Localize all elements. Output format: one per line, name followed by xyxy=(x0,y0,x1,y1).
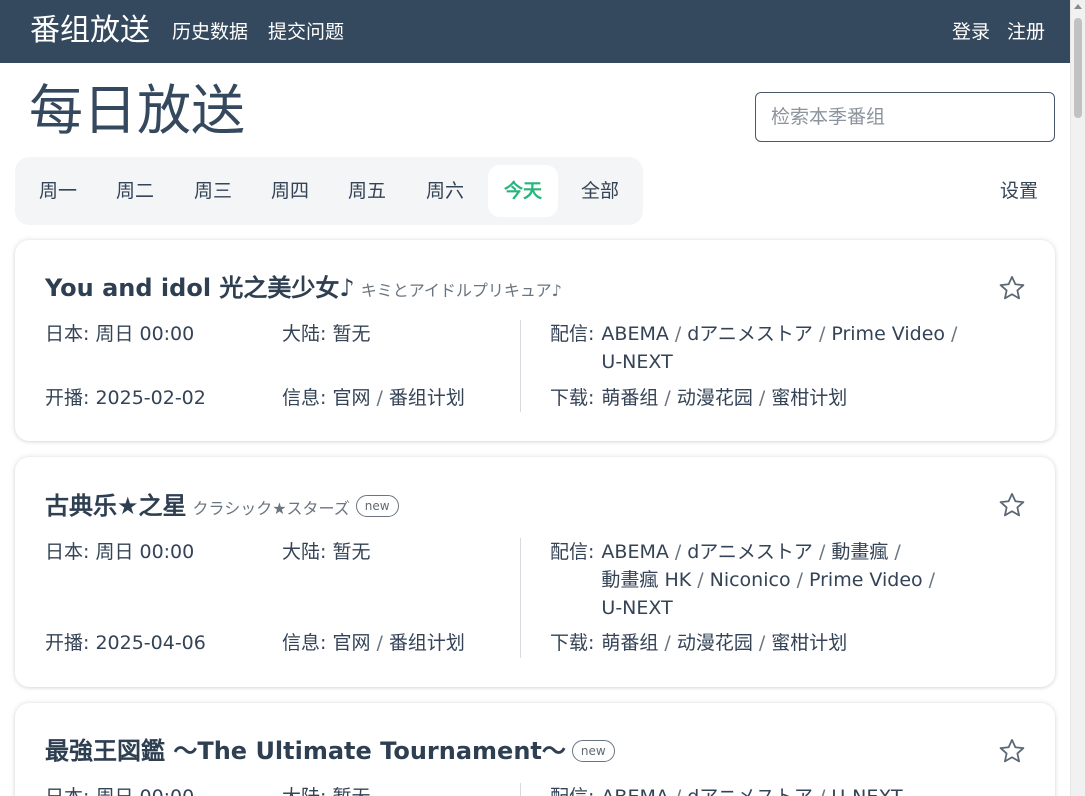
card-divider xyxy=(520,783,521,796)
scroll-thumb[interactable] xyxy=(1074,18,1082,118)
stream-link[interactable]: U-NEXT xyxy=(601,597,672,619)
card-divider xyxy=(520,320,521,412)
download-sites: 下载: 萌番组 / 动漫花园 / 蜜柑计划 xyxy=(550,629,994,657)
stream-sites: 配信: ABEMA / dアニメストア / 動畫瘋 / 動畫瘋 HK / Niconico / Pr… xyxy=(550,538,994,622)
top-navbar: 番组放送 历史数据 提交问题 登录 注册 xyxy=(0,0,1070,63)
stream-link[interactable]: Niconico xyxy=(710,569,791,591)
tab-today[interactable]: 今天 xyxy=(488,165,558,217)
bangumi-link[interactable]: 番组计划 xyxy=(389,632,465,654)
anime-card: 最強王図鑑 ～The Ultimate Tournament～new 日本: 周… xyxy=(15,703,1055,796)
mainland-airtime: 大陆: 暂无 xyxy=(282,323,371,345)
star-outline-icon[interactable] xyxy=(998,274,1026,302)
star-outline-icon[interactable] xyxy=(998,737,1026,765)
stream-link[interactable]: U-NEXT xyxy=(601,351,672,373)
stream-label: 配信: xyxy=(550,541,595,563)
brand-link[interactable]: 番组放送 xyxy=(30,12,150,50)
nav-issue-link[interactable]: 提交问题 xyxy=(268,20,344,44)
info-label: 信息: xyxy=(282,632,327,654)
card-title[interactable]: 最強王図鑑 ～The Ultimate Tournament～ new xyxy=(45,736,615,766)
info-links: 信息: 官网 / 番组计划 xyxy=(282,632,465,654)
card-title-text[interactable]: 古典乐★之星 xyxy=(45,492,187,520)
tab-tuesday[interactable]: 周二 xyxy=(100,165,170,217)
tab-friday[interactable]: 周五 xyxy=(332,165,402,217)
card-subtitle: キミとアイドルプリキュア♪ xyxy=(360,281,562,300)
mainland-airtime: 大陆: 暂无 xyxy=(282,783,370,796)
download-link[interactable]: 动漫花园 xyxy=(677,387,753,409)
premiere-date: 开播: 2025-02-02 xyxy=(45,387,206,409)
tab-thursday[interactable]: 周四 xyxy=(255,165,325,217)
card-subtitle: クラシック★スターズ xyxy=(192,499,350,518)
stream-link[interactable]: 動畫瘋 HK xyxy=(601,569,691,591)
japan-airtime: 日本: 周日 00:00 xyxy=(45,783,194,796)
info-links: 信息: 官网 / 番组计划 xyxy=(282,387,465,409)
card-title[interactable]: 古典乐★之星 クラシック★スターズ new xyxy=(45,491,399,524)
download-link[interactable]: 蜜柑计划 xyxy=(771,387,847,409)
nav-history-link[interactable]: 历史数据 xyxy=(172,20,248,44)
stream-sites: 配信: ABEMA/dアニメストア/U-NEXT xyxy=(550,783,994,796)
download-link[interactable]: 动漫花园 xyxy=(677,632,753,654)
page-scrollbar[interactable] xyxy=(1070,0,1085,796)
tab-monday[interactable]: 周一 xyxy=(23,165,93,217)
card-title-text[interactable]: You and idol 光之美少女♪ xyxy=(45,274,355,302)
login-link[interactable]: 登录 xyxy=(952,20,990,44)
stream-link[interactable]: Prime Video xyxy=(809,569,923,591)
download-link[interactable]: 萌番组 xyxy=(601,387,658,409)
stream-link[interactable]: U-NEXT xyxy=(831,786,902,796)
page-title: 每日放送 xyxy=(29,79,245,142)
card-divider xyxy=(520,538,521,658)
stream-link[interactable]: Prime Video xyxy=(831,323,945,345)
tab-saturday[interactable]: 周六 xyxy=(410,165,480,217)
search-input[interactable] xyxy=(755,92,1055,142)
stream-link[interactable]: ABEMA xyxy=(601,786,668,796)
japan-airtime: 日本: 周日 00:00 xyxy=(45,323,195,345)
download-link[interactable]: 萌番组 xyxy=(601,632,658,654)
download-label: 下载: xyxy=(550,632,595,654)
day-tabs: 周一 周二 周三 周四 周五 周六 今天 全部 xyxy=(15,157,643,225)
register-link[interactable]: 注册 xyxy=(1007,20,1045,44)
stream-label: 配信: xyxy=(550,783,594,796)
stream-link[interactable]: dアニメストア xyxy=(687,786,813,796)
stream-label: 配信: xyxy=(550,323,595,345)
new-badge: new xyxy=(571,740,615,762)
download-sites: 下载: 萌番组 / 动漫花园 / 蜜柑计划 xyxy=(550,384,994,412)
stream-link[interactable]: ABEMA xyxy=(601,323,668,345)
star-outline-icon[interactable] xyxy=(998,491,1026,519)
bangumi-link[interactable]: 番组计划 xyxy=(389,387,465,409)
official-site-link[interactable]: 官网 xyxy=(332,632,370,654)
settings-link[interactable]: 设置 xyxy=(1000,179,1038,203)
card-title-text[interactable]: 最強王図鑑 ～The Ultimate Tournament～ xyxy=(45,737,566,765)
download-label: 下载: xyxy=(550,387,595,409)
info-label: 信息: xyxy=(282,387,327,409)
official-site-link[interactable]: 官网 xyxy=(332,387,370,409)
mainland-airtime: 大陆: 暂无 xyxy=(282,541,371,563)
stream-sites: 配信: ABEMA / dアニメストア / Prime Video / U-NEXT xyxy=(550,320,994,376)
stream-link[interactable]: dアニメストア xyxy=(687,323,813,345)
tab-all[interactable]: 全部 xyxy=(565,165,635,217)
new-badge: new xyxy=(355,495,399,517)
download-link[interactable]: 蜜柑计划 xyxy=(771,632,847,654)
anime-card: You and idol 光之美少女♪ キミとアイドルプリキュア♪ 日本: 周日 … xyxy=(15,240,1055,441)
stream-link[interactable]: dアニメストア xyxy=(687,541,813,563)
stream-link[interactable]: 動畫瘋 xyxy=(831,541,888,563)
stream-link[interactable]: ABEMA xyxy=(601,541,668,563)
card-title[interactable]: You and idol 光之美少女♪ キミとアイドルプリキュア♪ xyxy=(45,273,562,306)
japan-airtime: 日本: 周日 00:00 xyxy=(45,541,195,563)
anime-card: 古典乐★之星 クラシック★スターズ new 日本: 周日 00:00 大陆: 暂无 … xyxy=(15,457,1055,687)
scroll-up-icon[interactable] xyxy=(1074,4,1082,9)
premiere-date: 开播: 2025-04-06 xyxy=(45,632,206,654)
tab-wednesday[interactable]: 周三 xyxy=(178,165,248,217)
